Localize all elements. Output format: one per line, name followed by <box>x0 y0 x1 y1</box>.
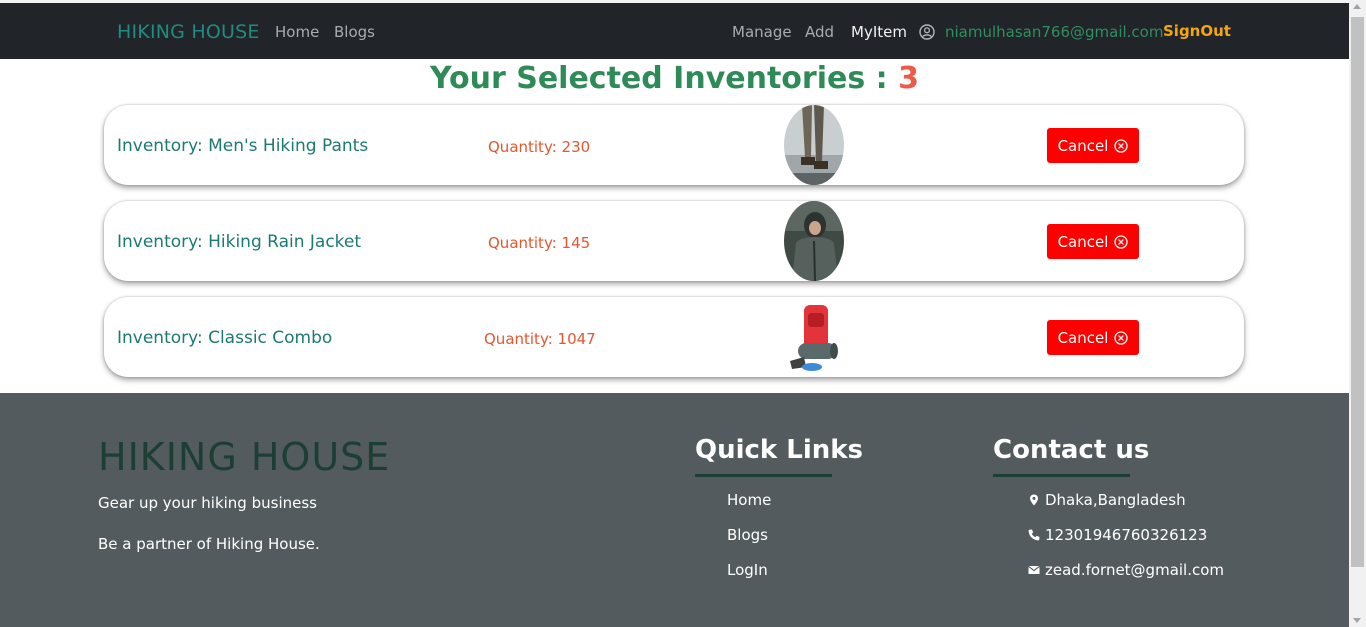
nav-add-link[interactable]: Add <box>805 23 834 41</box>
cancel-label: Cancel <box>1057 328 1109 347</box>
contact-phone-text: 12301946760326123 <box>1045 526 1208 544</box>
contact-phone: 12301946760326123 <box>1027 526 1207 544</box>
inventory-row: Inventory: Classic Combo Quantity: 1047 … <box>104 297 1244 377</box>
footer-tagline-partner: Be a partner of Hiking House. <box>98 535 320 553</box>
hiking-pants-image <box>784 105 844 185</box>
rain-jacket-image <box>784 201 844 281</box>
signout-button[interactable]: SignOut <box>1163 22 1231 40</box>
inventory-name: Inventory: Classic Combo <box>117 328 333 348</box>
user-email: niamulhasan766@gmail.com <box>945 23 1164 41</box>
contact-location: Dhaka,Bangladesh <box>1027 491 1186 509</box>
cancel-label: Cancel <box>1057 232 1109 251</box>
contact-underline <box>993 474 1130 477</box>
footer-blogs-link[interactable]: Blogs <box>727 526 768 544</box>
footer-brand: HIKING HOUSE <box>98 435 391 479</box>
quick-links-title: Quick Links <box>695 435 864 465</box>
quick-links-underline <box>695 474 832 477</box>
inventory-count: 3 <box>898 61 919 96</box>
footer-login-link[interactable]: LogIn <box>727 561 768 579</box>
backpack-combo-image <box>784 297 844 377</box>
footer-home-link[interactable]: Home <box>727 491 771 509</box>
user-circle-icon <box>919 24 935 40</box>
close-circle-icon <box>1114 138 1129 153</box>
page-title: Your Selected Inventories : 3 <box>0 61 1349 96</box>
navbar: HIKING HOUSE Home Blogs Manage Add MyIte… <box>0 3 1349 59</box>
scroll-down-arrow-icon[interactable] <box>1353 618 1361 623</box>
cancel-button[interactable]: Cancel <box>1047 128 1139 163</box>
footer: HIKING HOUSE Gear up your hiking busines… <box>0 393 1349 627</box>
contact-location-text: Dhaka,Bangladesh <box>1045 491 1186 509</box>
nav-home-link[interactable]: Home <box>275 23 319 41</box>
inventory-name: Inventory: Hiking Rain Jacket <box>117 232 362 252</box>
inventory-row: Inventory: Men's Hiking Pants Quantity: … <box>104 105 1244 185</box>
location-pin-icon <box>1030 494 1038 506</box>
inventory-quantity: Quantity: 145 <box>488 234 591 252</box>
inventory-quantity: Quantity: 1047 <box>484 330 596 348</box>
cancel-label: Cancel <box>1057 136 1109 155</box>
close-circle-icon <box>1114 330 1129 345</box>
contact-email-text[interactable]: zead.fornet@gmail.com <box>1045 561 1224 579</box>
brand-logo[interactable]: HIKING HOUSE <box>117 21 260 43</box>
inventory-name: Inventory: Men's Hiking Pants <box>117 136 369 156</box>
scroll-up-arrow-icon[interactable] <box>1353 4 1361 9</box>
phone-icon <box>1028 529 1040 541</box>
close-circle-icon <box>1114 234 1129 249</box>
contact-title: Contact us <box>993 435 1150 465</box>
nav-manage-link[interactable]: Manage <box>732 23 792 41</box>
inventory-row: Inventory: Hiking Rain Jacket Quantity: … <box>104 201 1244 281</box>
footer-tagline: Gear up your hiking business <box>98 494 317 512</box>
cancel-button[interactable]: Cancel <box>1047 224 1139 259</box>
inventory-quantity: Quantity: 230 <box>488 138 591 156</box>
mail-icon <box>1028 565 1040 574</box>
vertical-scrollbar[interactable] <box>1349 0 1366 627</box>
nav-blogs-link[interactable]: Blogs <box>334 23 375 41</box>
nav-myitem-link[interactable]: MyItem <box>851 23 907 41</box>
scroll-thumb[interactable] <box>1351 17 1364 567</box>
page-title-text: Your Selected Inventories : <box>430 61 899 96</box>
contact-email: zead.fornet@gmail.com <box>1027 561 1224 579</box>
cancel-button[interactable]: Cancel <box>1047 320 1139 355</box>
